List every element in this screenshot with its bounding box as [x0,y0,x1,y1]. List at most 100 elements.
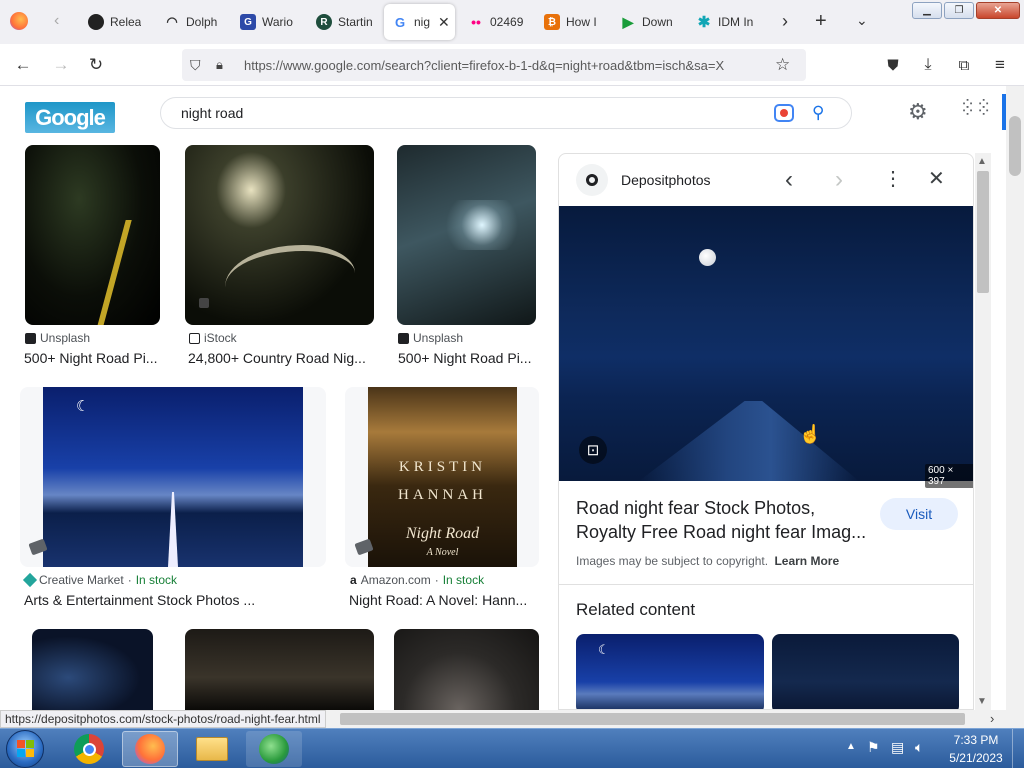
result-8-image[interactable] [394,629,539,710]
start-button[interactable] [6,730,44,768]
search-icon[interactable]: ⚲ [812,103,824,123]
action-center-icon[interactable]: ⚑ [867,739,880,756]
bookmark-star-icon[interactable]: ☆ [775,55,790,75]
result-5-image[interactable]: KRISTIN HANNAH Night Road A Novel [368,387,517,567]
play-icon: ▶ [622,13,634,30]
panel-source[interactable]: Depositphotos [621,172,711,188]
hand-cursor-icon: ☝ [799,424,822,444]
search-input[interactable]: night road [181,105,741,121]
result-6-image[interactable] [32,629,153,710]
tab-night-road[interactable]: G nig ✕ [384,4,455,40]
panel-scrollbar-thumb[interactable] [977,171,989,293]
taskbar-chrome[interactable] [61,731,117,767]
more-options-icon[interactable]: ⋮ [883,166,903,191]
lens-icon[interactable] [774,104,794,122]
tab-releases[interactable]: Relea [80,4,152,40]
firefox-icon[interactable] [10,12,28,30]
taskbar-firefox[interactable] [122,731,178,767]
result-5-title[interactable]: Night Road: A Novel: Hann... [349,592,534,608]
page-scrollbar[interactable] [1006,86,1024,711]
next-icon[interactable]: › [835,166,843,194]
related-image-2[interactable] [772,634,959,709]
tab-download[interactable]: ▶ Down [612,4,684,40]
close-panel-icon[interactable]: ✕ [928,166,945,191]
window-controls: ▁ ❐ ✕ [912,2,1020,19]
panel-title-line-1[interactable]: Road night fear Stock Photos, [576,498,815,519]
unsplash-icon [25,332,36,344]
clock-time[interactable]: 7:33 PM [946,733,1006,747]
result-2-title[interactable]: 24,800+ Country Road Nig... [188,350,374,366]
scroll-up-icon[interactable]: ▲ [977,156,987,167]
address-bar[interactable]: ⛉ 🔒︎ https://www.google.com/search?clien… [182,49,806,81]
result-1-image[interactable] [25,145,160,325]
reload-icon[interactable]: ↻ [83,52,109,78]
scroll-down-icon[interactable]: ▼ [977,696,987,707]
settings-gear-icon[interactable]: ⚙ [908,99,928,125]
result-4-title[interactable]: Arts & Entertainment Stock Photos ... [24,592,274,608]
dolphin-icon: ◠ [166,14,178,29]
taskbar-explorer[interactable] [184,731,240,767]
result-3-title[interactable]: 500+ Night Road Pi... [398,350,538,366]
tab-dolphin[interactable]: ◠ Dolph [156,4,228,40]
result-4-image[interactable]: ☾ [43,387,303,567]
image-dimensions: 600 × 397 [925,464,973,488]
image-icon [199,298,209,308]
result-1-title[interactable]: 500+ Night Road Pi... [24,350,164,366]
list-all-tabs-icon[interactable]: ⌄ [856,12,868,29]
firefox-icon [135,734,165,764]
r-icon: R [316,14,332,30]
show-hidden-icons[interactable]: ▲ [846,741,856,752]
extensions-icon[interactable]: ⧉ [951,52,977,78]
lens-search-icon[interactable]: ⊡ [579,436,607,464]
pocket-icon[interactable]: ⛊ [880,52,906,78]
related-content-heading: Related content [576,600,696,619]
scroll-right-icon[interactable]: › [990,711,994,726]
tab-wario[interactable]: G Wario [232,4,304,40]
navigation-toolbar: ← → ↻ ⛉ 🔒︎ https://www.google.com/search… [0,44,1024,86]
result-3-image[interactable] [397,145,536,325]
panel-title-line-2[interactable]: Royalty Free Road night fear Imag... [576,522,866,543]
close-window-button[interactable]: ✕ [976,2,1020,19]
minimize-button[interactable]: ▁ [912,2,942,19]
panel-scrollbar[interactable]: ▲ ▼ [975,153,991,710]
result-7-image[interactable] [185,629,374,710]
depositphotos-icon [576,164,608,196]
page-scrollbar-thumb[interactable] [1009,116,1021,176]
tab-idm[interactable]: ✱ IDM In [688,4,768,40]
back-icon[interactable]: ← [10,52,36,78]
moon-icon: ☾ [598,642,610,657]
tracking-protection-icon[interactable]: ⛉ [190,57,208,74]
istock-icon [189,332,200,344]
tab-howto[interactable]: ₿ How I [536,4,608,40]
network-icon[interactable]: ▤ [891,739,904,756]
maximize-button[interactable]: ❐ [944,2,974,19]
search-box[interactable]: night road ⚲ [160,97,852,129]
new-tab-icon[interactable]: + [815,10,827,33]
howto-icon: ₿ [544,14,560,30]
previous-icon[interactable]: ‹ [785,166,793,194]
learn-more-link[interactable]: Learn More [774,554,839,568]
visit-button[interactable]: Visit [880,498,958,530]
tab-scroll-right-icon[interactable]: › [782,11,788,32]
related-image-1[interactable]: ☾ [576,634,764,709]
forward-icon[interactable]: → [48,52,74,78]
tab-scroll-left-icon[interactable]: ‹ [54,12,59,30]
downloads-icon[interactable]: ⤓ [915,52,941,78]
horizontal-scrollbar-thumb[interactable] [340,713,965,725]
tab-close-icon[interactable]: ✕ [438,14,450,31]
url-text[interactable]: https://www.google.com/search?client=fir… [244,58,769,73]
menu-icon[interactable]: ≡ [987,52,1013,78]
windows-taskbar: ▲ ⚑ ▤ 🔈︎ 7:33 PM 5/21/2023 [0,728,1024,768]
taskbar-idm[interactable] [246,731,302,767]
clock-date[interactable]: 5/21/2023 [946,751,1006,765]
preview-image[interactable]: ⊡ 600 × 397 ☝ [559,206,973,488]
volume-icon[interactable]: 🔈︎ [915,739,923,756]
tab-starting[interactable]: R Startin [308,4,380,40]
google-logo[interactable]: Google [25,102,115,133]
result-2-image[interactable] [185,145,374,325]
lock-icon[interactable]: 🔒︎ [216,57,234,73]
tab-flickr[interactable]: •• 02469 [460,4,532,40]
apps-grid-icon[interactable]: ⁘⁘ ⁘⁘ [960,95,992,120]
show-desktop-button[interactable] [1012,729,1024,768]
globe-icon [259,734,289,764]
